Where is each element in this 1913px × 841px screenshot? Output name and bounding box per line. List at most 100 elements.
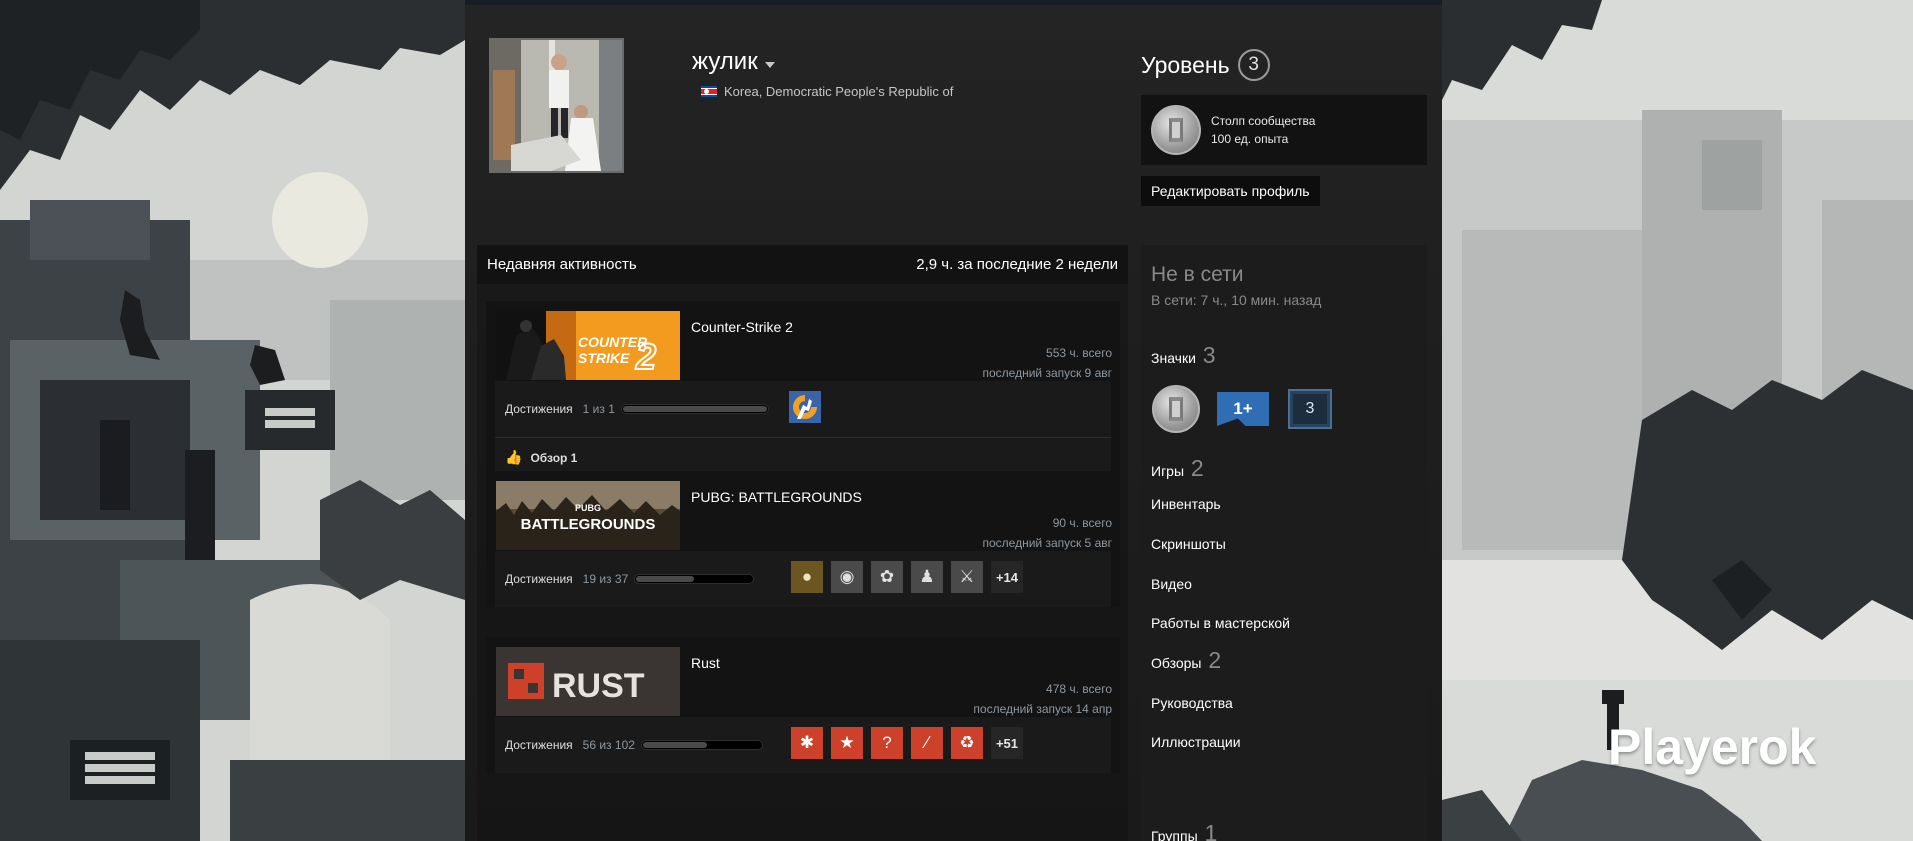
profile-page: жулик Korea, Democratic People's Republi… [465,5,1442,841]
pillar-badge-icon[interactable] [1151,384,1201,434]
pillar-badge-icon [1151,105,1201,155]
game-item-rust: RUST Rust 478 ч. всего последний запуск … [486,637,1120,773]
sidebar-item-inventory[interactable]: Инвентарь [1151,496,1221,512]
sidebar-item-count: 2 [1208,647,1222,673]
achievements-count: 1 из 1 [582,402,615,416]
featured-badge-xp: 100 ед. опыта [1211,132,1289,146]
game-title-pubg[interactable]: PUBG: BATTLEGROUNDS [691,489,862,505]
chevron-down-icon[interactable] [764,62,775,68]
svg-text:PUBG: PUBG [575,503,601,513]
more-achievements-badge[interactable]: +51 [991,727,1023,759]
achievements-count: 19 из 37 [582,572,629,586]
level-row: Уровень 3 [1141,49,1270,81]
sidebar-item-label: Группы [1151,828,1198,841]
achievement-progress-bar [634,574,755,584]
helmet-achievement-icon[interactable]: ◉ [831,561,863,593]
pixel-landscape-right [1442,0,1913,841]
svg-text:RUST: RUST [552,667,645,705]
sidebar-item-games[interactable]: Игры 2 [1151,455,1204,482]
cs2-capsule-image: COUNTER STRIKE 2 [496,311,680,380]
featured-badge-name: Столп сообщества [1211,114,1316,128]
more-achievements-badge[interactable]: +14 [991,561,1023,593]
recycle-achievement-icon[interactable]: ♻ [951,727,983,759]
game-last-played: последний запуск 5 авг [982,536,1112,550]
achievement-progress-bar [640,740,763,750]
sidebar-item-workshop[interactable]: Работы в мастерской [1151,615,1290,631]
sidebar-item-screenshots[interactable]: Скриншоты [1151,536,1226,552]
game-playtime: 90 ч. всего последний запуск 5 авг [982,513,1112,553]
achievements-row[interactable]: Достижения 19 из 37 ● ◉ ✿ ♟ ⚔ +14 [495,551,1111,607]
sidebar-item-artwork[interactable]: Иллюстрации [1151,734,1241,750]
level-badge[interactable]: 3 [1237,49,1270,81]
game-hours: 553 ч. всего [1046,346,1112,360]
online-status: Не в сети [1151,263,1244,286]
pistol-achievement-icon[interactable]: ★ [831,727,863,759]
game-hours: 478 ч. всего [1046,682,1112,696]
avatar[interactable] [489,38,624,173]
level-badge-icon[interactable]: 3 [1285,384,1335,434]
sidebar-item-videos[interactable]: Видео [1151,576,1192,592]
game-capsule-rust[interactable]: RUST [496,647,680,716]
rifle-achievement-icon[interactable]: ⚔ [951,561,983,593]
badge-list: 1+ 3 [1151,384,1335,434]
achievement-icons: ● ◉ ✿ ♟ ⚔ +14 [791,561,1023,593]
sidebar-item-label: Обзоры [1151,655,1202,671]
persona-name-row[interactable]: жулик [692,48,775,76]
pubg-capsule-image: PUBG BATTLEGROUNDS [496,481,680,550]
achievements-row[interactable]: Достижения 56 из 102 ✱ ★ ? ∕ ♻ +51 [495,717,1111,773]
ghillie-achievement-icon[interactable]: ♟ [911,561,943,593]
recent-activity-summary: 2,9 ч. за последние 2 недели [916,256,1118,273]
lungs-achievement-icon[interactable]: ✿ [871,561,903,593]
game-playtime: 478 ч. всего последний запуск 14 апр [973,679,1112,719]
profile-sidebar: Не в сети В сети: 7 ч., 10 мин. назад Зн… [1141,245,1427,841]
sidebar-item-reviews[interactable]: Обзоры 2 [1151,647,1221,674]
pixel-landscape-left [0,0,465,841]
game-title-cs2[interactable]: Counter-Strike 2 [691,319,793,335]
background-art-left [0,0,465,841]
game-last-played: последний запуск 9 авг [982,366,1112,380]
game-header: COUNTER STRIKE 2 Counter-Strike 2 553 ч.… [486,301,1120,381]
parachute-achievement-icon[interactable]: ● [791,561,823,593]
svg-text:STRIKE: STRIKE [578,350,630,366]
sidebar-item-guides[interactable]: Руководства [1151,695,1233,711]
achievements-label: Достижения [505,738,573,752]
game-last-played: последний запуск 14 апр [973,702,1112,716]
game-header: PUBG BATTLEGROUNDS PUBG: BATTLEGROUNDS 9… [486,471,1120,551]
recent-activity-title: Недавняя активность [487,256,637,273]
sidebar-item-count: 1 [1204,820,1218,841]
sidebar-item-badges[interactable]: Значки 3 [1151,342,1216,369]
sidebar-item-count: 2 [1190,455,1204,481]
achievements-row[interactable]: Достижения 1 из 1 [495,381,1111,437]
level-label: Уровень [1141,51,1230,78]
recent-activity-header: Недавняя активность 2,9 ч. за последние … [477,245,1128,284]
thumbs-up-icon: 👍 [505,449,523,465]
game-hours: 90 ч. всего [1052,516,1112,530]
sidebar-item-groups[interactable]: Группы 1 [1151,820,1217,841]
achievements-count: 56 из 102 [582,738,635,752]
question-achievement-icon[interactable]: ? [871,727,903,759]
edit-profile-button[interactable]: Редактировать профиль [1141,176,1320,206]
location-text: Korea, Democratic People's Republic of [724,84,954,99]
achievements-label: Достижения [505,402,573,416]
game-title-rust[interactable]: Rust [691,655,720,671]
featured-badge[interactable]: Столп сообщества 100 ед. опыта [1141,95,1427,165]
sidebar-item-label: Игры [1151,463,1185,479]
last-online: В сети: 7 ч., 10 мин. назад [1151,292,1322,308]
persona-name[interactable]: жулик [692,48,758,76]
arrow-achievement-icon[interactable]: ∕ [911,727,943,759]
years-of-service-badge-icon[interactable]: 1+ [1215,384,1271,434]
achievement-icons [789,391,821,423]
game-capsule-pubg[interactable]: PUBG BATTLEGROUNDS [496,481,680,550]
sidebar-item-label: Значки [1151,350,1196,366]
achievement-progress-bar [620,404,769,414]
avatar-image [491,40,622,171]
featured-badge-text: Столп сообщества 100 ед. опыта [1211,112,1315,148]
game-capsule-cs2[interactable]: COUNTER STRIKE 2 [496,311,680,380]
achievements-label: Достижения [505,572,573,586]
cs-logo-achievement-icon[interactable] [789,391,821,423]
review-count: Обзор 1 [530,450,578,465]
watermark-logo: Playerok [1608,719,1817,775]
explosion-achievement-icon[interactable]: ✱ [791,727,823,759]
svg-text:BATTLEGROUNDS: BATTLEGROUNDS [521,516,656,533]
recent-activity: Недавняя активность 2,9 ч. за последние … [477,245,1128,841]
